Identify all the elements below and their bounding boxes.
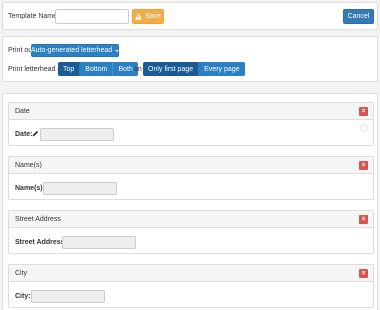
close-icon: × — [361, 270, 366, 277]
save-button[interactable]: Save — [132, 9, 164, 24]
field-title: City — [15, 270, 28, 277]
field-label: Name(s): — [15, 185, 45, 192]
field-label: Date: — [15, 131, 33, 138]
template-name-label: Template Name * — [8, 13, 62, 20]
position-both-label: Both — [118, 65, 133, 73]
close-icon: × — [361, 162, 366, 169]
field-date: Date × Date: — [8, 102, 374, 146]
every-page-button[interactable]: Every page — [199, 62, 245, 76]
chevron-down-icon — [115, 49, 120, 52]
city-input[interactable] — [31, 290, 105, 303]
print-options-panel: Print out Auto-generated letterhead Prin… — [2, 36, 378, 82]
field-label: City: — [15, 293, 31, 300]
template-header-panel: Template Name * Save Cancel — [2, 2, 378, 30]
cancel-label: Cancel — [347, 13, 370, 20]
street-address-input[interactable] — [62, 236, 136, 249]
position-bottom-button[interactable]: Bottom — [80, 62, 114, 76]
letterhead-dropdown[interactable]: Auto-generated letterhead — [30, 44, 120, 57]
field-title: Date — [15, 108, 30, 115]
field-header: Name(s) × — [9, 157, 373, 174]
letterhead-position-group: Top Bottom Both — [58, 62, 138, 76]
remove-field-button[interactable]: × — [359, 107, 368, 116]
print-letterhead-on-label: Print letterhead on — [8, 66, 66, 73]
close-icon: × — [361, 108, 366, 115]
field-names: Name(s) × Name(s): — [8, 156, 374, 200]
only-first-page-button[interactable]: Only first page — [143, 62, 200, 76]
letterhead-pages-group: Only first page Every page — [143, 62, 245, 76]
close-icon: × — [361, 216, 366, 223]
save-label: Save — [145, 13, 161, 20]
only-first-page-label: Only first page — [148, 65, 194, 73]
position-bottom-label: Bottom — [85, 65, 108, 73]
warning-icon — [135, 13, 142, 20]
on-label: on — [134, 66, 142, 73]
field-street-address: Street Address × Street Address: — [8, 210, 374, 254]
template-name-input[interactable] — [55, 9, 129, 24]
names-input[interactable] — [43, 182, 117, 195]
position-top-button[interactable]: Top — [58, 62, 81, 76]
field-title: Street Address — [15, 216, 61, 223]
letterhead-dropdown-label: Auto-generated letterhead — [30, 47, 113, 54]
field-option-radio[interactable] — [360, 124, 368, 132]
field-header: City × — [9, 265, 373, 282]
field-title: Name(s) — [15, 162, 42, 169]
date-input[interactable] — [40, 128, 114, 141]
remove-field-button[interactable]: × — [359, 215, 368, 224]
template-fields-area: Date × Date: Name(s) × Name(s): Street A… — [2, 93, 378, 310]
field-city: City × City: — [8, 264, 374, 308]
field-header: Date × — [9, 103, 373, 120]
remove-field-button[interactable]: × — [359, 161, 368, 170]
field-label: Street Address: — [15, 239, 67, 246]
field-header: Street Address × — [9, 211, 373, 228]
pencil-icon[interactable] — [32, 130, 39, 137]
cancel-button[interactable]: Cancel — [343, 9, 374, 24]
remove-field-button[interactable]: × — [359, 269, 368, 278]
every-page-label: Every page — [204, 65, 240, 73]
position-top-label: Top — [63, 65, 75, 73]
